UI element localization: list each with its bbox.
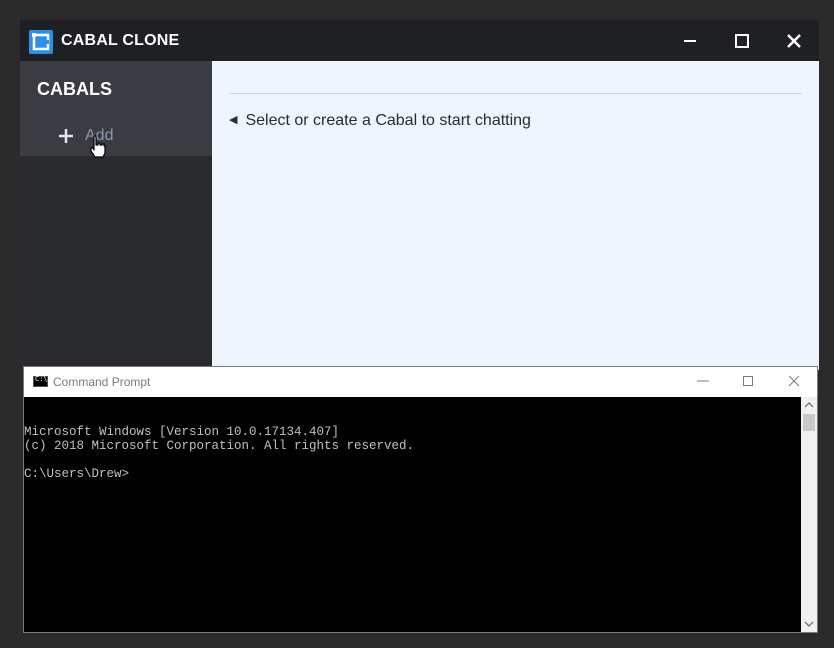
- scrollbar-thumb[interactable]: [803, 414, 815, 431]
- empty-state-message: ◀ Select or create a Cabal to start chatt…: [229, 112, 531, 130]
- cabal-app-icon: [29, 30, 53, 54]
- left-arrow-icon: ◀: [229, 114, 238, 126]
- main-pane: ◀ Select or create a Cabal to start chatt…: [212, 61, 819, 370]
- command-prompt-window: C:\ Command Prompt Microsoft Windows [Ve…: [23, 366, 818, 633]
- vertical-scrollbar[interactable]: [801, 397, 817, 632]
- cmd-titlebar[interactable]: C:\ Command Prompt: [24, 367, 817, 397]
- empty-state-text: Select or create a Cabal to start chatti…: [245, 112, 531, 129]
- scroll-up-arrow-icon[interactable]: [801, 397, 817, 414]
- cabal-titlebar[interactable]: CABAL CLONE: [20, 20, 819, 61]
- cmd-window-title: Command Prompt: [53, 375, 151, 389]
- cmd-maximize-button[interactable]: [740, 373, 756, 389]
- window-title: CABAL CLONE: [61, 32, 180, 49]
- maximize-button[interactable]: [729, 28, 755, 54]
- hand-cursor-icon: [90, 135, 106, 158]
- sidebar-header: CABALS Add: [20, 61, 212, 158]
- console-line: (c) 2018 Microsoft Corporation. All righ…: [24, 439, 415, 453]
- divider: [229, 93, 802, 94]
- sidebar-heading: CABALS: [37, 79, 112, 99]
- console-line: Microsoft Windows [Version 10.0.17134.40…: [24, 425, 340, 439]
- console-prompt-line: C:\Users\Drew>: [24, 467, 130, 481]
- console-output[interactable]: Microsoft Windows [Version 10.0.17134.40…: [24, 397, 801, 632]
- cabal-clone-window: CABAL CLONE CABALS Add ◀ Select or creat…: [20, 20, 819, 370]
- minimize-button[interactable]: [677, 28, 703, 54]
- plus-icon: [59, 129, 73, 143]
- cabals-sidebar: CABALS Add: [20, 61, 212, 370]
- scroll-down-arrow-icon[interactable]: [801, 615, 817, 632]
- cmd-icon: C:\: [33, 375, 48, 387]
- cmd-close-button[interactable]: [786, 373, 802, 389]
- close-button[interactable]: [781, 28, 807, 54]
- cmd-minimize-button[interactable]: [695, 373, 711, 389]
